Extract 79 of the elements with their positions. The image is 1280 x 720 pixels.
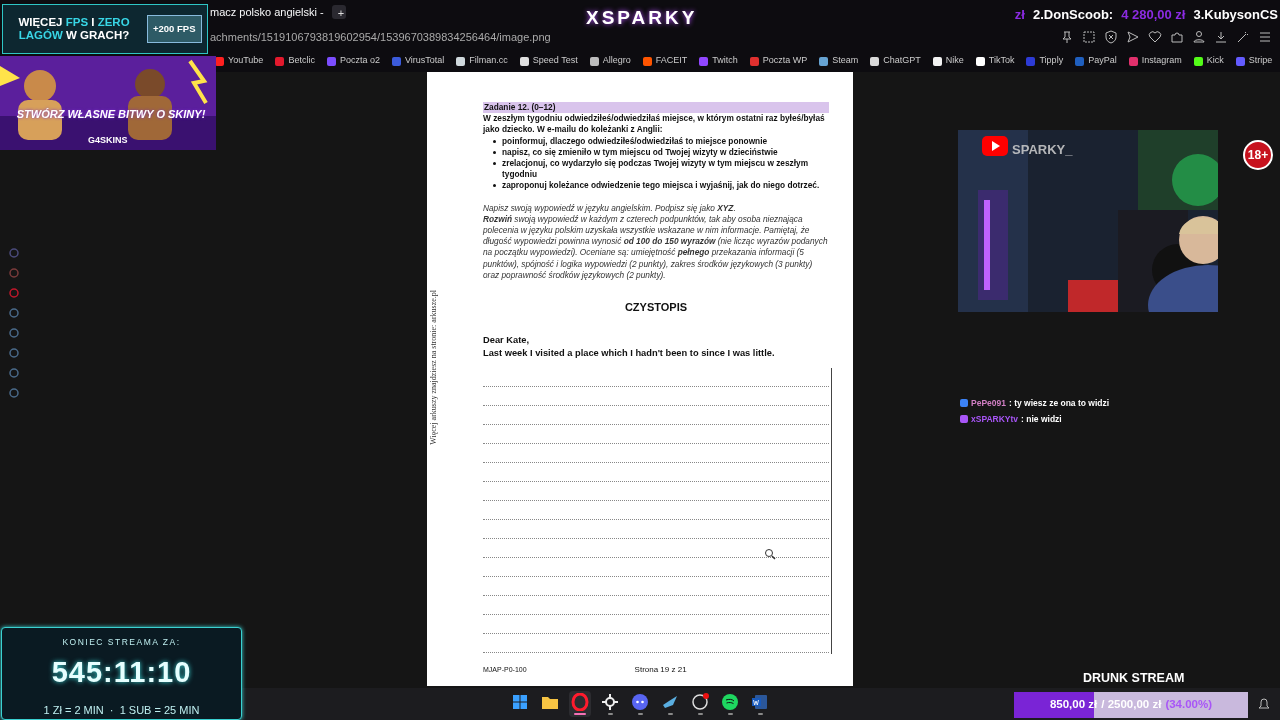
heart-icon[interactable] (1148, 30, 1162, 44)
bookmark[interactable]: ChatGPT (870, 54, 921, 68)
tab-title[interactable]: macz polsko angielski - (210, 3, 324, 21)
task-title: Zadanie 12. (0–12) (483, 102, 829, 114)
bookmark[interactable]: TikTok (975, 54, 1015, 68)
margin-note: Więcej arkuszy znajdziesz na stronie: arkusze.pl (428, 290, 439, 445)
send-icon[interactable] (1126, 30, 1140, 44)
pin-icon[interactable] (1060, 30, 1074, 44)
bullet-icon (493, 162, 496, 165)
timer-label: KONIEC STREAMA ZA: (62, 636, 181, 649)
bookmark[interactable]: Tipply (1026, 54, 1064, 68)
goal-target: / 2500,00 zł (1101, 697, 1162, 713)
taskbar-button[interactable] (569, 691, 591, 717)
ticker-text: 2.DonScoob: (1033, 6, 1114, 24)
chat-message: : nie widzi (1021, 413, 1062, 426)
task-point: poinformuj, dlaczego odwiedziłeś/odwiedziłaś to miejsce ponownie (502, 135, 768, 147)
bullet-icon (493, 184, 496, 188)
bookmark[interactable]: Kick (1193, 54, 1224, 68)
download-icon[interactable] (1214, 30, 1228, 44)
chat-username: PePe091 (971, 397, 1006, 410)
ticker-text: 3.KubysonCS (1193, 6, 1278, 24)
bookmark[interactable]: VirusTotal (391, 54, 445, 68)
opening-sentence: Last week I visited a place which I hadn't been to since I was little. (483, 347, 776, 361)
bookmark[interactable]: Nike (932, 54, 964, 68)
wand-icon[interactable] (1236, 30, 1250, 44)
bullet-icon (493, 150, 496, 154)
chat-username: xSPARKYtv (971, 413, 1019, 426)
ad-badge: +200 FPS (147, 14, 202, 44)
play-icon (982, 136, 1008, 156)
notification-icon[interactable] (1258, 698, 1270, 710)
greeting-text: Dear Kate, (483, 334, 530, 348)
new-tab-button[interactable]: + (331, 5, 346, 19)
instruction-text: Napisz swoją wypowiedź w języku angielskim. Podpisz się jako XYZ. (483, 202, 737, 214)
instruction-text: Rozwiń swoją wypowiedź w każdym z czterech podpunktów, tak aby osoba nieznająca polecenia w języku polskim uzyskała wszystkie wskazane w nim informacje. Pamiętaj, że długość wypowiedzi powinna wynosić od 100 do 150 wyrazów (nie licząc wyrazów podanych na początku wypowiedzi). Oceniane są: umiejętność pełnego przekazania informacji (5 punktów), spójność i logika wypowiedzi (2 punkty), zakres środków językowych (3 punkty) oraz poprawność środków językowych (2 punkty). (483, 213, 829, 282)
crop-icon[interactable] (1082, 30, 1096, 44)
stream-title: DRUNK STREAM (1083, 670, 1185, 687)
taskbar-button[interactable] (689, 691, 711, 717)
ticker-text: 4 280,00 zł (1121, 6, 1186, 24)
task-intro: W zeszłym tygodniu odwiedziłeś/odwiedziłaś miejsce, w którym ostatni raz byłeś/byłaś jako dziecko. W e-mailu do koleżanki z Anglii: (483, 113, 826, 136)
start-icon (511, 693, 529, 711)
task-point: zaproponuj koleżance odwiedzenie tego miejsca i wyjaśnij, jak do niego dotrzeć. (502, 180, 820, 192)
brand-logo: G4SKINS (88, 134, 128, 147)
bookmark[interactable]: Poczta o2 (326, 54, 380, 68)
stream-logo: XSPARKY (586, 6, 698, 30)
goal-percent: (34.00%) (1165, 697, 1213, 713)
task-point: napisz, co się zmieniło w tym miejscu od Twojej wizyty w dzieciństwie (502, 146, 778, 158)
shield-icon[interactable] (1104, 30, 1118, 44)
address-bar[interactable]: achments/1519106793819602954/1539670389834256464/image.png (210, 28, 551, 46)
bookmark[interactable]: Twitch (699, 54, 738, 68)
bookmark[interactable]: Filman.cc (456, 54, 508, 68)
taskbar-button[interactable] (599, 691, 621, 717)
bookmark[interactable]: Steam (819, 54, 859, 68)
chat-message: : ty wiesz ze ona to widzi (1009, 397, 1110, 410)
bookmark[interactable]: Poczta WP (749, 54, 808, 68)
bullet-icon (493, 139, 496, 143)
ticker-text: zł (1014, 6, 1025, 24)
bookmark[interactable]: Betclic (275, 54, 315, 68)
page-number: Strona 19 z 21 (634, 664, 687, 676)
bookmark[interactable]: Instagram (1128, 54, 1182, 68)
document-icon (751, 693, 769, 711)
music-icon (721, 693, 739, 711)
countdown-time: 545:11:10 (51, 654, 192, 690)
bookmark[interactable]: FACEIT (642, 54, 688, 68)
chat-app-icon (631, 693, 649, 711)
timer-rates: 1 Zł = 2 MIN · 1 SUB = 25 MIN (43, 703, 200, 719)
document-heading: CZYSTOPIS (623, 302, 689, 314)
taskbar-button[interactable] (629, 691, 651, 717)
browser-icon (571, 693, 589, 711)
channel-name: SPARKY_ (1012, 141, 1073, 159)
taskbar-button[interactable] (719, 691, 741, 717)
bookmark[interactable]: Allegro (589, 54, 631, 68)
recorder-icon (691, 693, 709, 711)
ad-headline: WIĘCEJ FPS I ZERO LAGÓW W GRACH? (17, 16, 131, 42)
bookmark[interactable]: Stripe (1235, 54, 1273, 68)
profile-icon[interactable] (1192, 30, 1206, 44)
menu-icon[interactable] (1258, 30, 1272, 44)
bookmark[interactable]: PayPal (1075, 54, 1117, 68)
bookmark[interactable]: Speed Test (519, 54, 578, 68)
zoom-cursor-icon (764, 548, 776, 560)
